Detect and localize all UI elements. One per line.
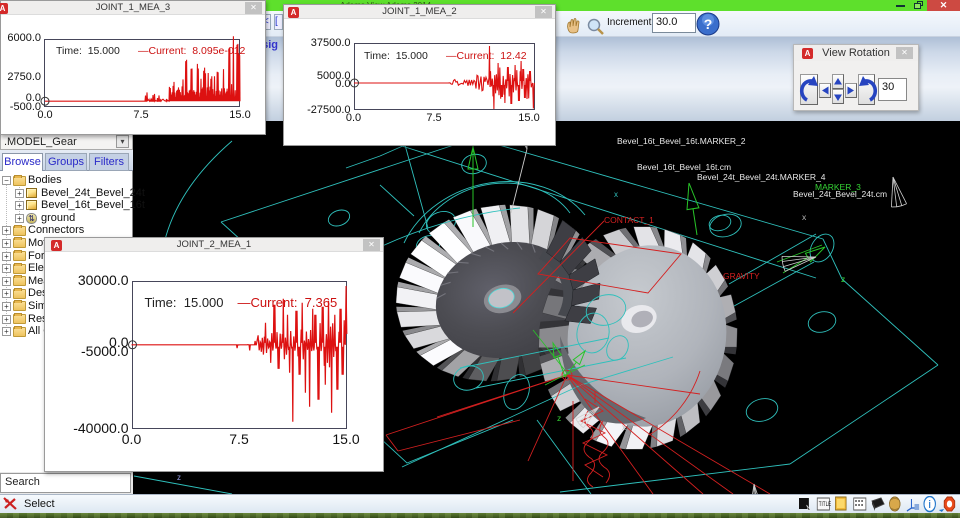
- svg-text:x: x: [802, 212, 807, 222]
- svg-text:GRAVITY: GRAVITY: [723, 271, 760, 281]
- svg-text:z: z: [841, 274, 845, 284]
- svg-text:Bevel_24t_Bevel_24t.MARKER_4: Bevel_24t_Bevel_24t.MARKER_4: [697, 172, 826, 182]
- svg-text:Bevel_24t_Bevel_24t.cm: Bevel_24t_Bevel_24t.cm: [793, 189, 887, 199]
- svg-text:x: x: [614, 190, 618, 199]
- svg-text:?: ?: [704, 16, 713, 32]
- svg-text:Bevel_16t_Bevel_16t.cm: Bevel_16t_Bevel_16t.cm: [637, 162, 731, 172]
- svg-text:TITLE: TITLE: [819, 501, 832, 508]
- svg-text:i: i: [929, 499, 932, 511]
- svg-text:Bevel_16t_Bevel_16t.MARKER_2: Bevel_16t_Bevel_16t.MARKER_2: [617, 136, 746, 146]
- svg-text:z: z: [557, 413, 561, 423]
- svg-text:CONTACT_1: CONTACT_1: [604, 215, 654, 225]
- svg-text:z: z: [177, 473, 181, 482]
- svg-text:x: x: [622, 423, 626, 432]
